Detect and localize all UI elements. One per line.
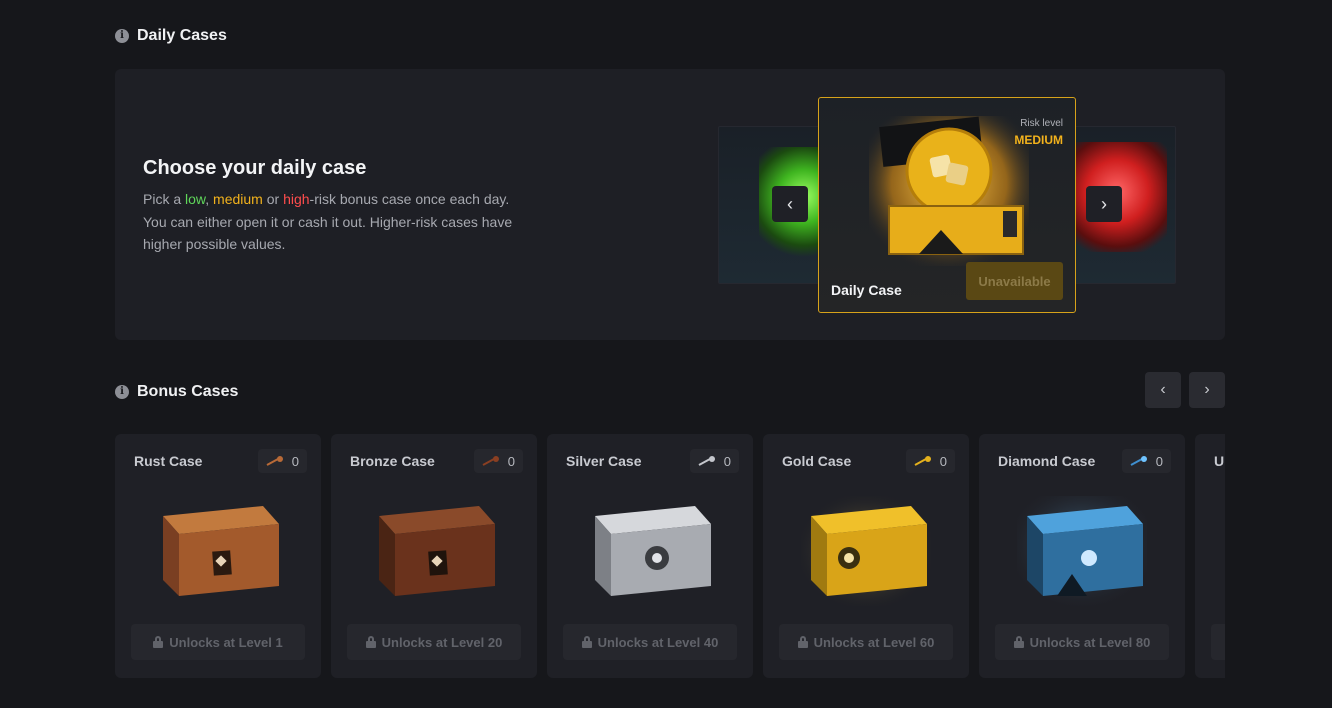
key-count-badge: 0 bbox=[1121, 449, 1171, 473]
lock-icon bbox=[365, 636, 376, 648]
unlock-label: Unlocks at Level 40 bbox=[597, 634, 719, 650]
chevron-left-icon: ‹ bbox=[1160, 381, 1166, 398]
key-count: 0 bbox=[291, 453, 299, 469]
desc-low: low bbox=[185, 191, 206, 207]
case-name: Bronze Case bbox=[350, 453, 435, 469]
silver-chest-icon bbox=[595, 506, 711, 596]
daily-cases-label: Daily Cases bbox=[137, 27, 227, 44]
desc-or: or bbox=[262, 191, 284, 207]
daily-description: Pick a low, medium or high-risk bonus ca… bbox=[143, 188, 523, 256]
chevron-right-icon: › bbox=[1204, 381, 1210, 398]
unlock-button[interactable] bbox=[1211, 624, 1225, 660]
desc-text: Pick a bbox=[143, 191, 186, 207]
desc-medium: medium bbox=[213, 191, 263, 207]
unlock-button[interactable]: Unlocks at Level 60 bbox=[779, 624, 953, 660]
unlock-label: Unlocks at Level 60 bbox=[813, 634, 935, 650]
daily-case-name: Daily Case bbox=[831, 282, 902, 298]
desc-high: high bbox=[283, 191, 310, 207]
unlock-button[interactable]: Unlocks at Level 20 bbox=[347, 624, 521, 660]
bonus-cases-title: i Bonus Cases bbox=[115, 383, 238, 401]
case-name: U bbox=[1214, 453, 1225, 469]
unlock-label: Unlocks at Level 20 bbox=[381, 634, 503, 650]
diamond-chest-icon bbox=[1017, 496, 1147, 606]
key-count: 0 bbox=[1155, 453, 1163, 469]
case-name: Gold Case bbox=[782, 453, 852, 469]
case-name: Silver Case bbox=[566, 453, 642, 469]
key-icon bbox=[914, 456, 931, 466]
bonus-cases-label: Bonus Cases bbox=[137, 383, 239, 400]
gold-chest-icon bbox=[869, 116, 1029, 266]
key-icon bbox=[1130, 456, 1147, 466]
gold-chest-icon bbox=[801, 496, 931, 606]
case-name: Diamond Case bbox=[998, 453, 1096, 469]
key-count: 0 bbox=[939, 453, 947, 469]
bonus-next-button[interactable]: › bbox=[1189, 372, 1225, 408]
medium-risk-case-card[interactable]: Risk level MEDIUM Daily Case Unavailable bbox=[818, 97, 1076, 313]
key-count-badge: 0 bbox=[473, 449, 523, 473]
case-card-silver[interactable]: Silver Case 0 Unlocks at Level 40 bbox=[547, 434, 753, 678]
key-icon bbox=[482, 456, 499, 466]
daily-heading: Choose your daily case bbox=[143, 157, 367, 179]
key-count-badge: 0 bbox=[689, 449, 739, 473]
chevron-right-icon: › bbox=[1101, 193, 1107, 214]
key-count-badge: 0 bbox=[905, 449, 955, 473]
rust-chest-icon bbox=[163, 506, 279, 596]
info-icon[interactable]: i bbox=[115, 385, 129, 399]
key-icon bbox=[698, 456, 715, 466]
unlock-button[interactable]: Unlocks at Level 1 bbox=[131, 624, 305, 660]
daily-next-button[interactable]: › bbox=[1086, 186, 1122, 222]
key-count: 0 bbox=[723, 453, 731, 469]
risk-level-value: MEDIUM bbox=[1014, 133, 1063, 147]
daily-prev-button[interactable]: ‹ bbox=[772, 186, 808, 222]
case-card-diamond[interactable]: Diamond Case 0 Unlocks at Level 80 bbox=[979, 434, 1185, 678]
unlock-button[interactable]: Unlocks at Level 80 bbox=[995, 624, 1169, 660]
case-card-rust[interactable]: Rust Case 0 Unlocks at Level 1 bbox=[115, 434, 321, 678]
bronze-chest-icon bbox=[379, 506, 495, 596]
lock-icon bbox=[1013, 636, 1024, 648]
unavailable-button[interactable]: Unavailable bbox=[966, 262, 1063, 300]
bonus-cases-list: Rust Case 0 Unlocks at Level 1 Bronze Ca… bbox=[115, 434, 1225, 678]
info-icon[interactable]: i bbox=[115, 29, 129, 43]
lock-icon bbox=[581, 636, 592, 648]
unlock-button[interactable]: Unlocks at Level 40 bbox=[563, 624, 737, 660]
key-count: 0 bbox=[507, 453, 515, 469]
case-name: Rust Case bbox=[134, 453, 203, 469]
bonus-prev-button[interactable]: ‹ bbox=[1145, 372, 1181, 408]
unlock-label: Unlocks at Level 1 bbox=[169, 634, 283, 650]
unlock-label: Unlocks at Level 80 bbox=[1029, 634, 1151, 650]
lock-icon bbox=[153, 636, 164, 648]
key-icon bbox=[266, 456, 283, 466]
case-card-partial[interactable]: U bbox=[1195, 434, 1225, 678]
key-count-badge: 0 bbox=[257, 449, 307, 473]
desc-comma: , bbox=[205, 191, 214, 207]
daily-cases-title: i Daily Cases bbox=[115, 27, 227, 45]
case-card-bronze[interactable]: Bronze Case 0 Unlocks at Level 20 bbox=[331, 434, 537, 678]
case-card-gold[interactable]: Gold Case 0 Unlocks at Level 60 bbox=[763, 434, 969, 678]
risk-level-label: Risk level bbox=[1020, 118, 1063, 129]
lock-icon bbox=[797, 636, 808, 648]
chevron-left-icon: ‹ bbox=[787, 193, 793, 214]
